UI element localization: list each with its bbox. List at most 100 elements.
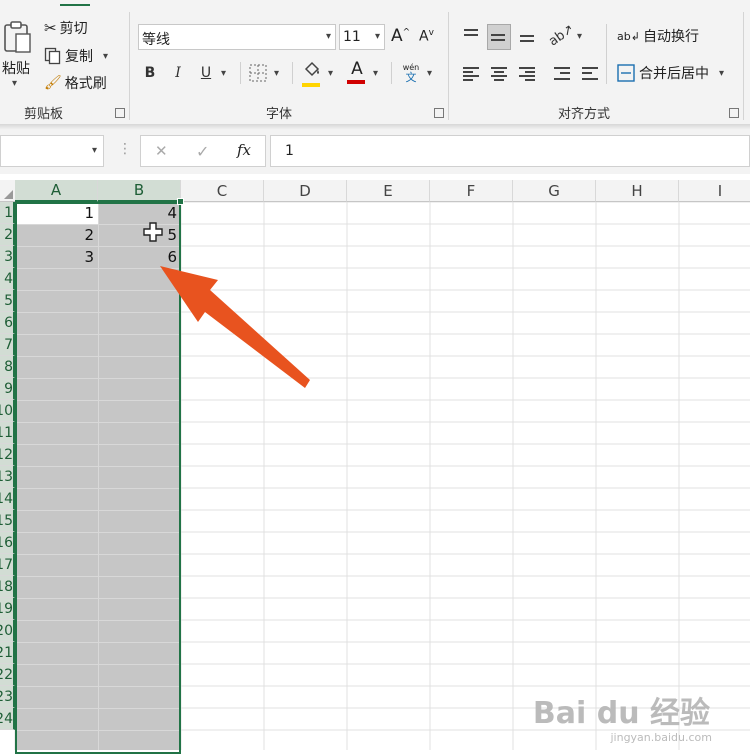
column-header-e[interactable]: E — [347, 180, 430, 202]
chevron-down-icon: ▾ — [12, 78, 18, 89]
row-header[interactable]: 5 — [0, 290, 15, 312]
row-header[interactable]: 24 — [0, 708, 15, 730]
align-middle-icon — [490, 30, 508, 44]
row-header[interactable]: 8 — [0, 356, 15, 378]
row-header[interactable]: 1 — [0, 202, 15, 224]
align-center-button[interactable] — [488, 62, 510, 84]
shrink-font-button[interactable]: Av — [419, 28, 434, 45]
group-divider — [743, 12, 744, 120]
watermark-brand: Bai du 经验 — [532, 696, 710, 731]
phonetic-char-label: 文 — [405, 71, 417, 84]
orientation-button[interactable]: ab↗ — [547, 21, 578, 49]
formula-input[interactable]: 1 — [270, 135, 750, 167]
font-name-value: 等线 — [142, 32, 170, 48]
increase-indent-button[interactable] — [579, 62, 601, 84]
cut-button[interactable]: ✂ 剪切 — [44, 18, 88, 38]
column-header-b[interactable]: B — [98, 180, 181, 202]
format-painter-button[interactable]: 🖌 格式刷 — [44, 73, 107, 93]
increase-indent-icon — [581, 66, 599, 80]
chevron-down-icon: ▾ — [719, 67, 725, 79]
row-header[interactable]: 14 — [0, 488, 15, 510]
align-left-button[interactable] — [460, 62, 482, 84]
row-header[interactable]: 10 — [0, 400, 15, 422]
bold-button[interactable]: B — [139, 62, 161, 84]
row-header[interactable]: 21 — [0, 642, 15, 664]
row-header[interactable]: 20 — [0, 620, 15, 642]
underline-icon: U — [200, 65, 212, 81]
row-header[interactable]: 17 — [0, 554, 15, 576]
dialog-launcher-icon[interactable] — [434, 108, 444, 118]
align-bottom-button[interactable] — [516, 24, 538, 46]
copy-button[interactable]: 复制 ▾ — [44, 46, 108, 66]
border-icon[interactable] — [249, 64, 267, 82]
group-divider — [448, 12, 449, 120]
row-header[interactable]: 4 — [0, 268, 15, 290]
row-header[interactable]: 15 — [0, 510, 15, 532]
phonetic-guide-button[interactable]: wén 文 — [400, 63, 422, 84]
column-header-g[interactable]: G — [513, 180, 596, 202]
column-header-i[interactable]: I — [679, 180, 750, 202]
row-header[interactable]: 3 — [0, 246, 15, 268]
wrap-text-label: 自动换行 — [642, 29, 699, 45]
chevron-down-icon[interactable]: ▾ — [274, 68, 279, 79]
font-name-select[interactable]: 等线 ▾ — [138, 24, 336, 50]
cancel-icon[interactable]: ✕ — [155, 142, 168, 160]
clipboard-group-label: 剪贴板 — [24, 107, 64, 122]
row-header[interactable]: 13 — [0, 466, 15, 488]
worksheet-grid[interactable]: ABCDEFGHI 123456789101112131415161718192… — [0, 180, 750, 754]
watermark-url: jingyan.baidu.com — [610, 731, 712, 744]
format-painter-label: 格式刷 — [64, 76, 107, 92]
annotation-arrow-icon — [160, 266, 310, 388]
grow-font-button[interactable]: A^ — [391, 26, 410, 46]
font-size-select[interactable]: 11 ▾ — [339, 24, 385, 50]
row-header[interactable]: 16 — [0, 532, 15, 554]
font-color-button[interactable]: A — [347, 60, 367, 86]
name-box[interactable]: ▾ — [0, 135, 104, 167]
italic-button[interactable]: I — [167, 62, 189, 84]
dialog-launcher-icon[interactable] — [115, 108, 125, 118]
row-header[interactable]: 18 — [0, 576, 15, 598]
decrease-indent-button[interactable] — [551, 62, 573, 84]
chevron-down-icon[interactable]: ▾ — [221, 68, 226, 79]
fill-handle[interactable] — [177, 198, 184, 205]
chevron-down-icon[interactable]: ▾ — [373, 68, 378, 79]
row-header[interactable]: 19 — [0, 598, 15, 620]
copy-icon — [44, 47, 61, 65]
chevron-down-icon[interactable]: ▾ — [328, 68, 333, 79]
column-header-c[interactable]: C — [181, 180, 264, 202]
enter-icon[interactable]: ✓ — [196, 142, 209, 161]
underline-button[interactable]: U — [195, 62, 217, 84]
font-color-icon: A — [351, 59, 363, 79]
row-header[interactable]: 6 — [0, 312, 15, 334]
align-middle-button[interactable] — [487, 24, 511, 50]
align-bottom-icon — [518, 28, 536, 42]
align-right-icon — [518, 66, 536, 81]
paste-button[interactable]: 粘贴 ▾ — [0, 18, 36, 89]
column-header-h[interactable]: H — [596, 180, 679, 202]
column-header-d[interactable]: D — [264, 180, 347, 202]
row-header[interactable]: 7 — [0, 334, 15, 356]
row-header[interactable]: 9 — [0, 378, 15, 400]
align-top-button[interactable] — [460, 24, 482, 46]
chevron-down-icon[interactable]: ▾ — [577, 31, 582, 42]
select-all-corner[interactable] — [0, 180, 15, 202]
column-header-f[interactable]: F — [430, 180, 513, 202]
font-group-label: 字体 — [266, 107, 293, 122]
row-header[interactable]: 22 — [0, 664, 15, 686]
shrink-font-icon: A — [419, 28, 429, 45]
row-header[interactable]: 12 — [0, 444, 15, 466]
insert-function-icon[interactable]: fx — [237, 141, 251, 159]
row-header[interactable]: 2 — [0, 224, 15, 246]
wrap-text-button[interactable]: ab↲ 自动换行 — [617, 26, 699, 46]
align-right-button[interactable] — [516, 62, 538, 84]
italic-icon: I — [175, 65, 181, 81]
row-header[interactable]: 11 — [0, 422, 15, 444]
merge-center-button[interactable]: 合并后居中 ▾ — [617, 63, 724, 83]
column-header-a[interactable]: A — [15, 180, 98, 202]
chevron-down-icon[interactable]: ▾ — [427, 68, 432, 79]
dialog-launcher-icon[interactable] — [729, 108, 739, 118]
fill-color-button[interactable] — [302, 61, 322, 87]
row-header[interactable]: 23 — [0, 686, 15, 708]
decrease-indent-icon — [553, 66, 571, 80]
paintbrush-icon: 🖌 — [44, 75, 62, 91]
